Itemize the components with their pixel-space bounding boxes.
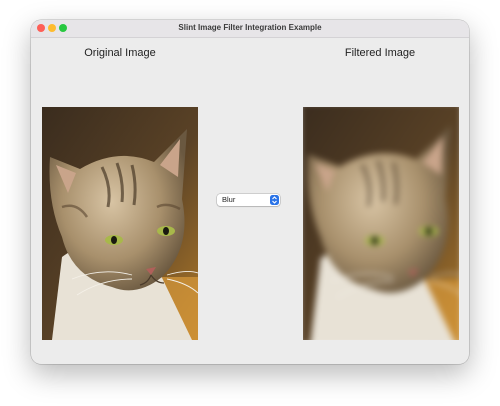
original-image-label: Original Image	[84, 47, 156, 59]
original-image	[42, 107, 198, 340]
filter-select[interactable]: Blur	[217, 194, 280, 206]
window-title: Slint Image Filter Integration Example	[178, 23, 322, 32]
chevron-updown-icon[interactable]	[270, 195, 279, 205]
filtered-image	[303, 107, 459, 340]
app-window: Slint Image Filter Integration Example O…	[31, 20, 469, 364]
filter-select-value: Blur	[222, 195, 236, 204]
title-bar[interactable]: Slint Image Filter Integration Example	[31, 20, 469, 38]
filtered-image-label: Filtered Image	[344, 47, 416, 59]
